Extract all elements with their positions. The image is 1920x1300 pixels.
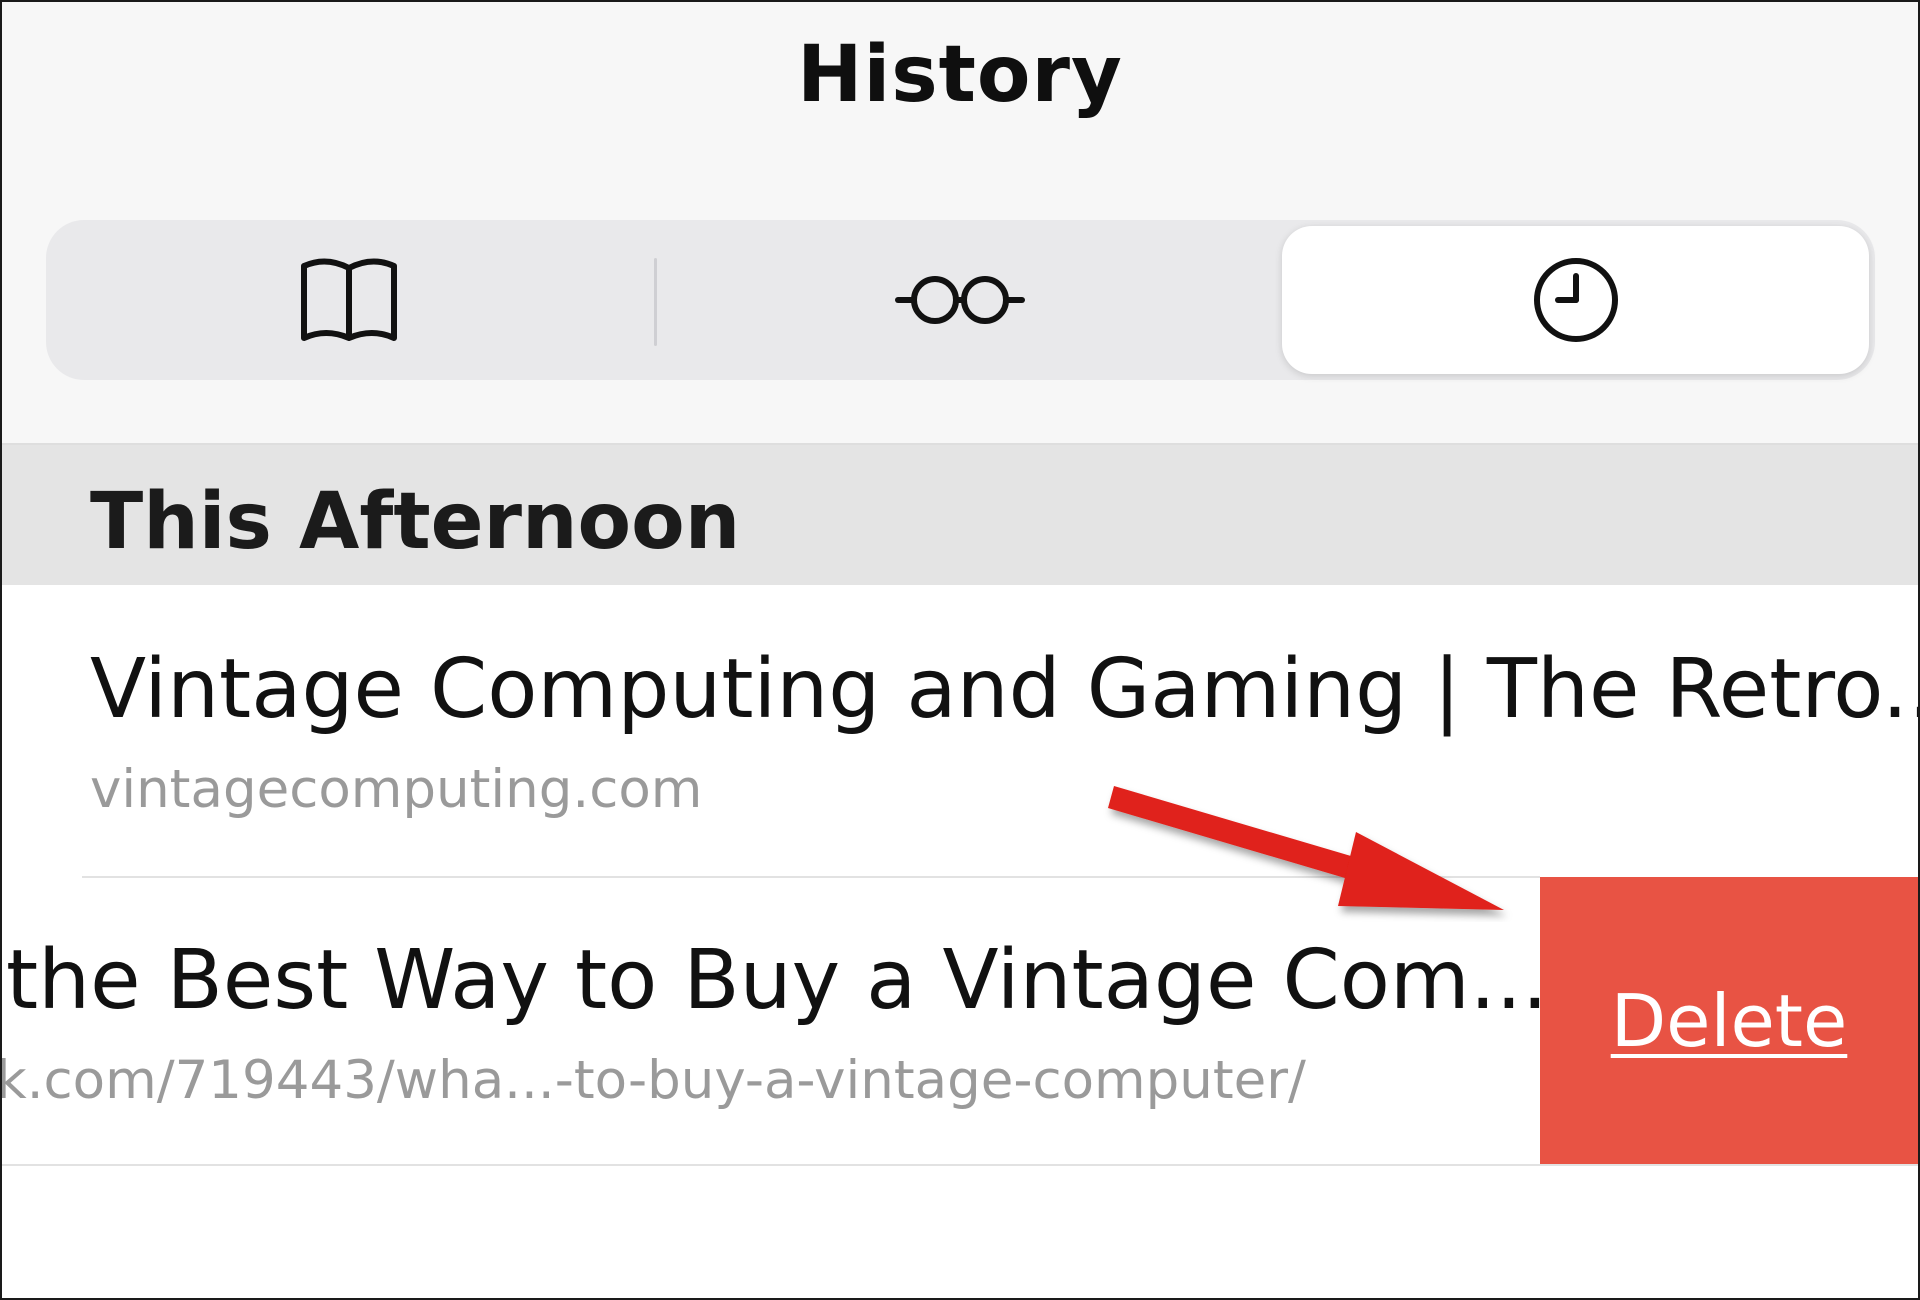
history-item-title: the Best Way to Buy a Vintage Com... [6, 933, 1540, 1028]
history-item-url: k.com/719443/wha...-to-buy-a-vintage-com… [2, 1050, 1306, 1111]
history-item[interactable]: Vintage Computing and Gaming | The Retro… [2, 587, 1918, 877]
tab-history[interactable] [1282, 226, 1869, 374]
row-separator [2, 1164, 1918, 1166]
history-item-title: Vintage Computing and Gaming | The Retro… [90, 642, 1918, 737]
delete-label: Delete [1610, 978, 1848, 1063]
section-header: This Afternoon [2, 445, 1918, 585]
segment-divider [654, 258, 657, 346]
book-icon [301, 258, 397, 341]
tab-reading-list[interactable] [664, 226, 1256, 374]
page-title: History [797, 30, 1123, 120]
glasses-icon [895, 276, 1025, 324]
clock-icon [1533, 258, 1618, 342]
annotation-arrow [1108, 786, 1504, 910]
segmented-control [46, 220, 1875, 380]
history-header: History [2, 2, 1918, 445]
history-screen: History This Afternoon Vintage Computing… [0, 0, 1920, 1300]
history-item-url: vintagecomputing.com [90, 759, 703, 820]
tab-bookmarks[interactable] [54, 226, 644, 374]
delete-button[interactable]: Delete [1540, 877, 1918, 1164]
section-label: This Afternoon [90, 477, 741, 567]
